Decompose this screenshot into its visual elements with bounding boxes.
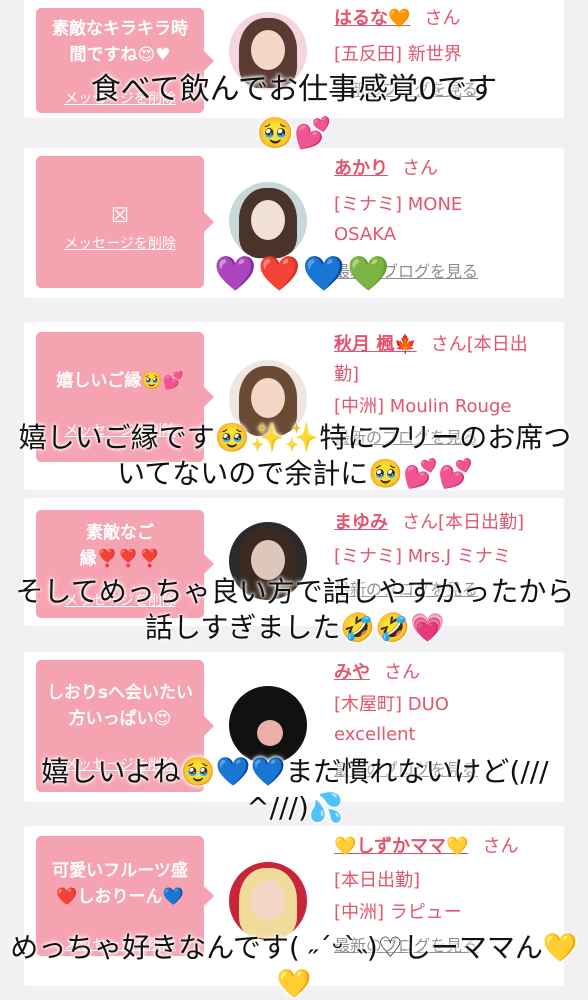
message-text: 嬉しいご縁🥹💕 [56,371,184,391]
cast-name-link[interactable]: みや [334,662,370,683]
message-bubble: ☒ メッセージを削除 [36,156,214,288]
attendance-status: [本日出勤] [334,870,421,891]
cast-name-link[interactable]: 秋月 楓🍁 [334,334,417,355]
overlay-caption: 嬉しいご縁です🥹✨✨特にフリーのお席ついてないので余計に🥹💕💕 [18,421,572,490]
message-text: 素敵なご縁❣️❣️❣️ [79,523,161,569]
honorific: さん [402,512,438,533]
overlay-caption: 食べて飲んでお仕事感覚0です [90,72,498,107]
honorific: さん [482,836,519,857]
shop-name: [中洲] Moulin Rouge [334,396,512,417]
honorific: さん [430,334,467,355]
message-text: しおりsへ会いたい方いっぱい😍 [46,683,194,729]
hearts-emoji-row: 💜❤️💙💚 [214,254,392,294]
avatar[interactable] [229,862,307,940]
overlay-caption: めっちゃ好きなんです( ˶ˊᵕˋ˵)♡しーママん💛💛 [10,931,578,1000]
cast-name-link[interactable]: まゆみ [334,512,388,533]
broken-image-icon: ☒ [111,203,129,227]
overlay-caption: 嬉しいよね🥹💙💙まだ慣れないけど(/// ^///)💦 [41,755,549,824]
avatar[interactable] [229,686,307,764]
honorific: さん [384,662,420,683]
overlay-caption: そしてめっちゃ良い方で話しやすかったから話しすぎました🤣🤣💗 [15,575,575,644]
cast-name-link[interactable]: はるな🧡 [334,8,410,29]
honorific: さん [402,158,438,179]
shop-name: [木屋町] DUO excellent [334,694,449,745]
attendance-status: [本日出勤] [438,512,525,533]
shop-name: [五反田] 新世界 [334,44,462,65]
avatar[interactable] [229,182,307,260]
overlay-caption: 🥹💕 [256,116,332,151]
cast-name-link[interactable]: 💛しずかママ💛 [334,836,468,857]
message-text: 可愛いフルーツ盛❤️しおりーん💙 [52,861,188,907]
shop-name: [ミナミ] Mrs.J ミナミ [334,546,511,567]
honorific: さん [424,8,461,29]
shop-name: [中洲] ラピュー [334,902,462,923]
cast-name-link[interactable]: あかり [334,158,388,179]
delete-message-link[interactable]: メッセージを削除 [36,233,204,253]
message-text: 素敵なキラキラ時間ですね😍♥ [52,19,188,65]
shop-name: [ミナミ] MONE OSAKA [334,194,463,245]
